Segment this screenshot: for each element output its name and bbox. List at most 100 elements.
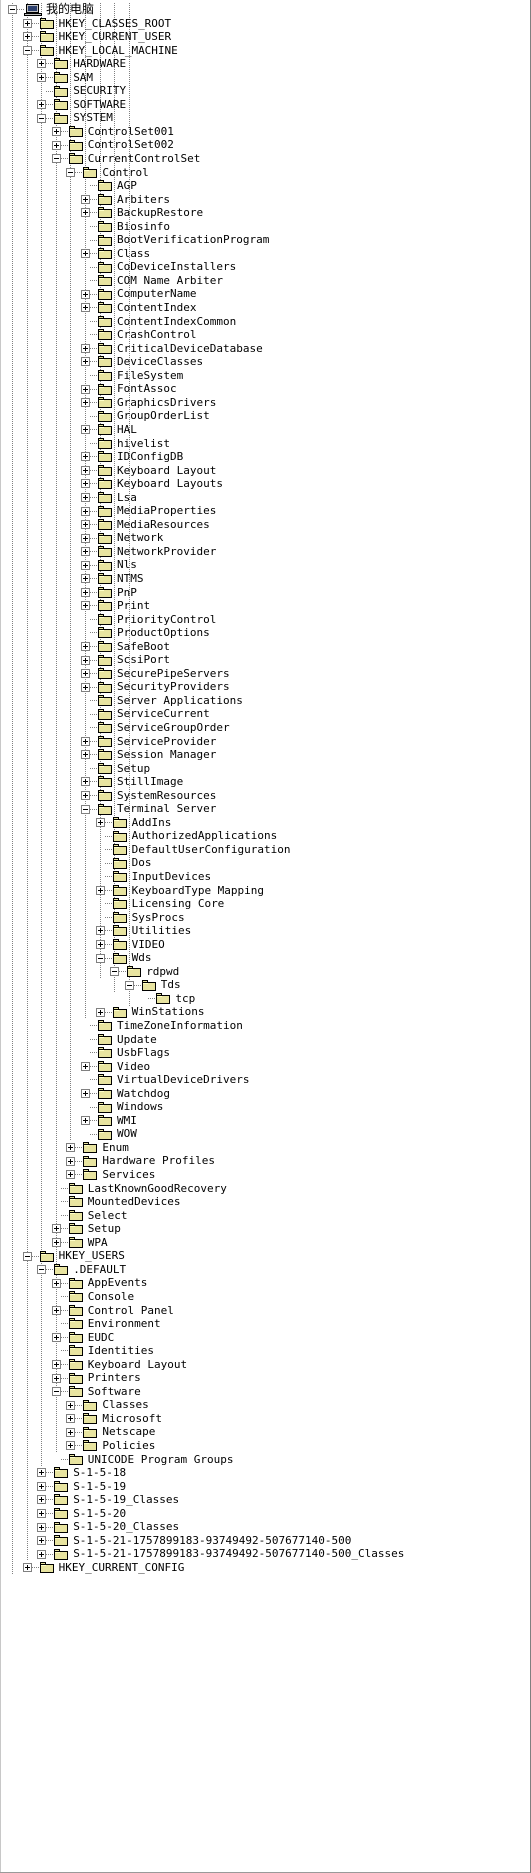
tree-node-label[interactable]: ControlSet001 [87, 125, 174, 139]
expand-plus-icon[interactable] [51, 127, 61, 137]
tree-node-label[interactable]: CrashControl [116, 328, 196, 342]
tree-node-row[interactable]: Terminal Server [0, 802, 530, 816]
tree-node-row[interactable]: VirtualDeviceDrivers [0, 1073, 530, 1087]
tree-node-row[interactable]: VIDEO [0, 938, 530, 952]
tree-node-row[interactable]: Printers [0, 1371, 530, 1385]
expand-plus-icon[interactable] [37, 73, 47, 82]
tree-node-label[interactable]: Hardware Profiles [101, 1154, 215, 1168]
tree-node-row[interactable]: ComputerName [0, 287, 530, 301]
tree-node-label[interactable]: Enum [101, 1141, 129, 1155]
expand-plus-icon[interactable] [95, 885, 105, 895]
tree-node-row[interactable]: HKEY_CURRENT_CONFIG [0, 1561, 530, 1575]
tree-node-label[interactable]: S-1-5-21-1757899183-93749492-507677140-5… [72, 1534, 351, 1548]
tree-node-label[interactable]: S-1-5-19_Classes [72, 1493, 179, 1507]
tree-node-row[interactable]: Update [0, 1033, 530, 1047]
tree-node-row[interactable]: Tds [0, 978, 530, 992]
tree-node-label[interactable]: HKEY_LOCAL_MACHINE [58, 44, 178, 58]
tree-node-label[interactable]: ControlSet002 [87, 138, 174, 152]
tree-node-row[interactable]: KeyboardType Mapping [0, 884, 530, 898]
expand-plus-icon[interactable] [37, 59, 47, 69]
tree-node-label[interactable]: AGP [116, 179, 137, 193]
tree-node-label[interactable]: FileSystem [116, 369, 183, 383]
tree-node-label[interactable]: TimeZoneInformation [116, 1019, 243, 1033]
collapse-minus-icon[interactable] [66, 167, 76, 177]
tree-node-label[interactable]: NTMS [116, 572, 144, 586]
tree-node-label[interactable]: BackupRestore [116, 206, 203, 220]
tree-node-label[interactable]: CriticalDeviceDatabase [116, 342, 263, 356]
tree-node-row[interactable]: hivelist [0, 437, 530, 451]
expand-plus-icon[interactable] [81, 506, 90, 516]
expand-plus-icon[interactable] [81, 1061, 90, 1071]
tree-node-label[interactable]: ServiceGroupOrder [116, 721, 230, 735]
expand-plus-icon[interactable] [81, 533, 90, 543]
tree-node-row[interactable]: MountedDevices [0, 1195, 530, 1209]
expand-plus-icon[interactable] [81, 1116, 90, 1126]
tree-node-row[interactable]: ServiceProvider [0, 735, 530, 749]
tree-node-label[interactable]: HARDWARE [72, 57, 126, 71]
tree-node-row[interactable]: Select [0, 1209, 530, 1223]
tree-node-row[interactable]: Microsoft [0, 1412, 530, 1426]
tree-node-row[interactable]: InputDevices [0, 870, 530, 884]
tree-node-label[interactable]: rdpwd [145, 965, 179, 979]
tree-node-label[interactable]: Print [116, 599, 150, 613]
tree-node-row[interactable]: CoDeviceInstallers [0, 260, 530, 274]
expand-plus-icon[interactable] [37, 1481, 47, 1491]
tree-node-label[interactable]: Arbiters [116, 193, 170, 207]
tree-node-row[interactable]: WOW [0, 1127, 530, 1141]
tree-node-row[interactable]: UsbFlags [0, 1046, 530, 1060]
tree-node-label[interactable]: DefaultUserConfiguration [131, 843, 291, 857]
tree-node-row[interactable]: Session Manager [0, 748, 530, 762]
tree-node-row[interactable]: Licensing Core [0, 897, 530, 911]
tree-node-label[interactable]: tcp [174, 992, 195, 1006]
tree-node-row[interactable]: S-1-5-19 [0, 1480, 530, 1494]
tree-node-label[interactable]: Network [116, 531, 163, 545]
tree-node-label[interactable]: WMI [116, 1114, 137, 1128]
tree-node-label[interactable]: Session Manager [116, 748, 216, 762]
tree-node-row[interactable]: UNICODE Program Groups [0, 1453, 530, 1467]
collapse-minus-icon[interactable] [37, 1265, 47, 1275]
expand-plus-icon[interactable] [51, 1359, 61, 1369]
tree-node-row[interactable]: MediaResources [0, 518, 530, 532]
expand-plus-icon[interactable] [81, 194, 90, 204]
expand-plus-icon[interactable] [81, 465, 90, 475]
expand-plus-icon[interactable] [22, 1563, 32, 1573]
tree-node-row[interactable]: SAM [0, 71, 530, 85]
tree-node-row[interactable]: HKEY_LOCAL_MACHINE [0, 44, 530, 58]
tree-node-label[interactable]: AppEvents [87, 1276, 148, 1290]
expand-plus-icon[interactable] [81, 777, 90, 787]
tree-node-row[interactable]: FileSystem [0, 369, 530, 383]
tree-node-row[interactable]: NetworkProvider [0, 545, 530, 559]
tree-node-label[interactable]: BootVerificationProgram [116, 233, 269, 247]
tree-node-row[interactable]: Software [0, 1385, 530, 1399]
tree-node-row[interactable]: 我的电脑 [0, 2, 530, 17]
tree-node-row[interactable]: COM Name Arbiter [0, 274, 530, 288]
tree-node-row[interactable]: Keyboard Layout [0, 464, 530, 478]
tree-node-label[interactable]: ScsiPort [116, 653, 170, 667]
tree-node-row[interactable]: HKEY_CURRENT_USER [0, 30, 530, 44]
tree-node-row[interactable]: MediaProperties [0, 504, 530, 518]
tree-node-row[interactable]: SYSTEM [0, 111, 530, 125]
tree-node-row[interactable]: Setup [0, 762, 530, 776]
tree-node-label[interactable]: Control [101, 166, 148, 180]
tree-node-label[interactable]: SOFTWARE [72, 98, 126, 112]
tree-node-label[interactable]: AddIns [131, 816, 172, 830]
tree-node-label[interactable]: COM Name Arbiter [116, 274, 223, 288]
tree-node-row[interactable]: HKEY_USERS [0, 1249, 530, 1263]
expand-plus-icon[interactable] [37, 1508, 47, 1518]
tree-node-label[interactable]: Setup [116, 762, 150, 776]
expand-plus-icon[interactable] [81, 669, 90, 679]
collapse-minus-icon[interactable] [37, 113, 47, 123]
tree-node-row[interactable]: WPA [0, 1236, 530, 1250]
tree-node-row[interactable]: SafeBoot [0, 640, 530, 654]
expand-plus-icon[interactable] [81, 398, 90, 408]
expand-plus-icon[interactable] [22, 32, 32, 42]
tree-node-row[interactable]: Wds [0, 951, 530, 965]
tree-node-label[interactable]: SAM [72, 71, 93, 85]
tree-node-label[interactable]: Services [101, 1168, 155, 1182]
tree-node-row[interactable]: Windows [0, 1100, 530, 1114]
expand-plus-icon[interactable] [81, 452, 90, 462]
tree-node-row[interactable]: AppEvents [0, 1276, 530, 1290]
tree-node-label[interactable]: ContentIndexCommon [116, 315, 236, 329]
tree-node-label[interactable]: ServiceProvider [116, 735, 216, 749]
tree-node-row[interactable]: FontAssoc [0, 382, 530, 396]
